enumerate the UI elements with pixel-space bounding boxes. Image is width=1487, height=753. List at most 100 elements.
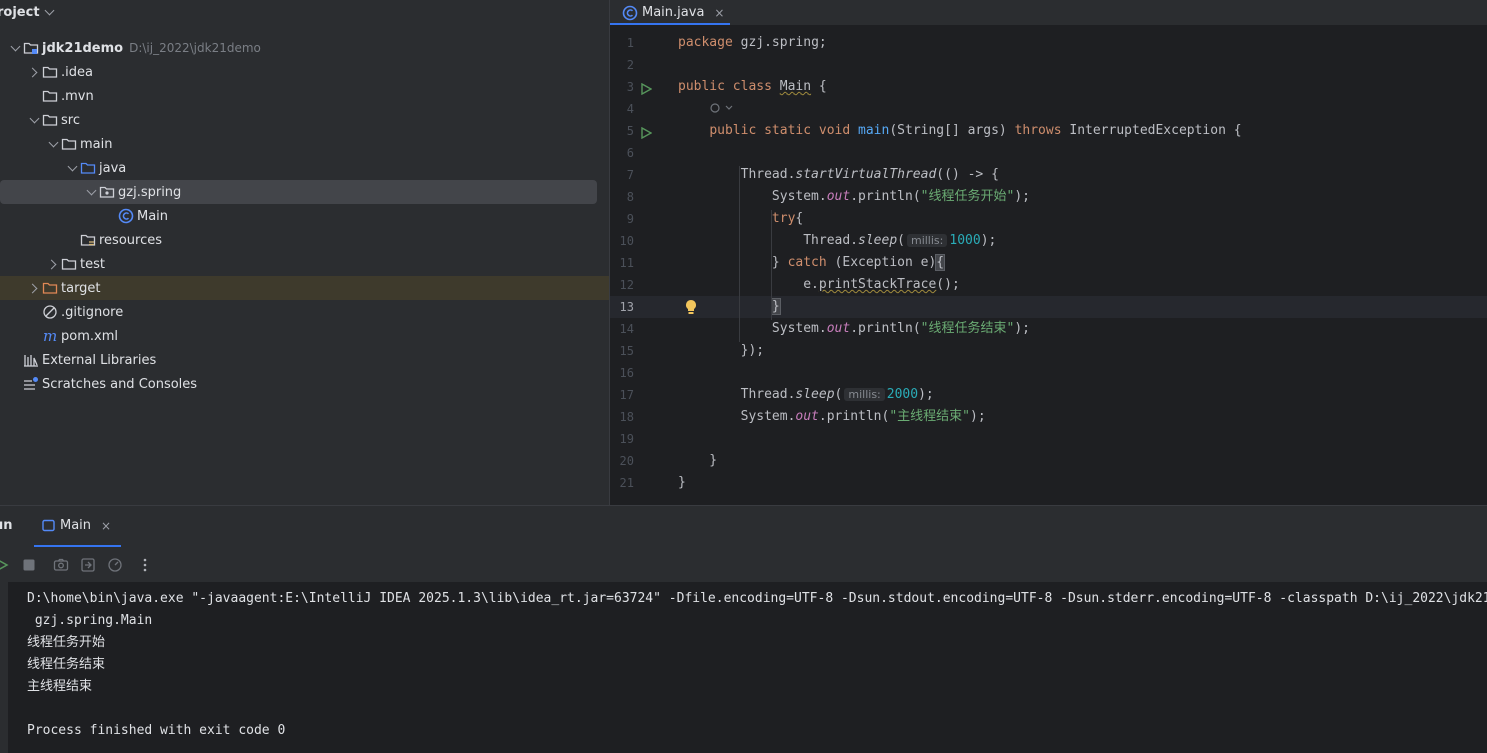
tree-item-jdk21demo[interactable]: jdk21demo D:\ij_2022\jdk21demo bbox=[0, 36, 261, 60]
ignored-file-icon bbox=[42, 304, 58, 320]
line-number: 15 bbox=[619, 344, 634, 358]
console-line: D:\home\bin\java.exe "-javaagent:E:\Inte… bbox=[27, 591, 1487, 606]
code-line[interactable]: 10 Thread.sleep(millis: 1000); bbox=[610, 230, 1487, 252]
code-line[interactable]: 19 bbox=[610, 428, 1487, 450]
line-number: 4 bbox=[626, 102, 634, 116]
tree-item-idea[interactable]: .idea bbox=[0, 60, 93, 84]
profiler-icon[interactable] bbox=[105, 555, 125, 575]
code-line[interactable]: 11 } catch (Exception e){ bbox=[610, 252, 1487, 274]
run-tab-label: Main bbox=[60, 518, 92, 533]
project-view-selector[interactable]: roject bbox=[0, 0, 54, 24]
tree-item-pom-xml[interactable]: m pom.xml bbox=[0, 324, 118, 348]
console-line: 线程任务结束 bbox=[27, 657, 106, 672]
code-line[interactable]: 16 bbox=[610, 362, 1487, 384]
tree-item-main[interactable]: Main bbox=[0, 204, 168, 228]
tree-item-label: jdk21demo bbox=[42, 40, 124, 56]
run-tab-bar: un Main × bbox=[0, 506, 1487, 548]
run-tab-main[interactable]: Main × bbox=[42, 518, 111, 533]
tree-item-label: test bbox=[80, 256, 105, 272]
code-line[interactable]: 1 package gzj.spring; bbox=[610, 32, 1487, 54]
line-number: 16 bbox=[619, 366, 634, 380]
code-line[interactable]: 2 bbox=[610, 54, 1487, 76]
chevron-right-icon[interactable] bbox=[45, 256, 61, 272]
console-output[interactable]: D:\home\bin\java.exe "-javaagent:E:\Inte… bbox=[0, 582, 1487, 753]
code-line[interactable]: 6 bbox=[610, 142, 1487, 164]
code-text: System.out.println("线程任务结束"); bbox=[678, 321, 1030, 336]
code-line[interactable]: 9 try{ bbox=[610, 208, 1487, 230]
code-text: Thread.sleep(millis: 1000); bbox=[678, 233, 997, 248]
more-options-icon[interactable] bbox=[135, 555, 155, 575]
tree-item-test[interactable]: test bbox=[0, 252, 105, 276]
code-line[interactable]: 14 System.out.println("线程任务结束"); bbox=[610, 318, 1487, 340]
chevron-right-icon[interactable] bbox=[26, 280, 42, 296]
code-line[interactable]: 12 e.printStackTrace(); bbox=[610, 274, 1487, 296]
code-line[interactable]: 18 System.out.println("主线程结束"); bbox=[610, 406, 1487, 428]
code-line[interactable]: 20 } bbox=[610, 450, 1487, 472]
line-number: 5 bbox=[626, 124, 634, 138]
code-line[interactable]: 15 }); bbox=[610, 340, 1487, 362]
tree-item-resources[interactable]: resources bbox=[0, 228, 162, 252]
tree-item-label: java bbox=[99, 160, 127, 176]
close-icon[interactable]: × bbox=[101, 519, 111, 533]
tree-item-main[interactable]: main bbox=[0, 132, 112, 156]
code-text: System.out.println("主线程结束"); bbox=[678, 409, 986, 424]
console-side-toolbar bbox=[0, 582, 8, 753]
chevron-down-icon bbox=[44, 5, 54, 15]
tree-item-label: resources bbox=[99, 232, 163, 248]
scratches-icon bbox=[23, 376, 39, 392]
active-tab-indicator bbox=[610, 23, 730, 25]
camera-icon[interactable] bbox=[51, 555, 71, 575]
code-line[interactable]: 7 Thread.startVirtualThread(() -> { bbox=[610, 164, 1487, 186]
code-line[interactable]: 4 bbox=[610, 98, 1487, 120]
run-panel-title: un bbox=[0, 518, 13, 533]
line-number: 21 bbox=[619, 476, 634, 490]
project-tool-window: roject jdk21demo D:\ij_2022\jdk21demo .ide… bbox=[0, 0, 609, 505]
code-text: e.printStackTrace(); bbox=[678, 277, 960, 292]
editor-tab-bar: Main.java × bbox=[610, 0, 1487, 25]
java-class-icon bbox=[622, 5, 638, 20]
tree-item-mvn[interactable]: .mvn bbox=[0, 84, 94, 108]
chevron-down-icon[interactable] bbox=[26, 112, 42, 128]
chevron-down-icon[interactable] bbox=[64, 160, 80, 176]
tab-main-java[interactable]: Main.java × bbox=[622, 0, 724, 25]
close-icon[interactable]: × bbox=[714, 6, 724, 20]
tree-item-gzj-spring[interactable]: gzj.spring bbox=[0, 180, 597, 204]
chevron-down-icon[interactable] bbox=[45, 136, 61, 152]
maven-icon: m bbox=[42, 328, 58, 344]
code-line[interactable]: 21} bbox=[610, 472, 1487, 494]
tree-item-label: gzj.spring bbox=[118, 184, 182, 200]
tree-item-java[interactable]: java bbox=[0, 156, 126, 180]
chevron-down-icon[interactable] bbox=[7, 40, 23, 56]
code-text: } catch (Exception e){ bbox=[678, 254, 946, 271]
rerun-icon[interactable] bbox=[0, 555, 12, 575]
code-line[interactable]: 5 public static void main(String[] args)… bbox=[610, 120, 1487, 142]
tree-item-target[interactable]: target bbox=[0, 276, 609, 300]
tree-item-label: Scratches and Consoles bbox=[42, 376, 198, 392]
stop-icon[interactable] bbox=[19, 555, 39, 575]
project-header-label: roject bbox=[0, 4, 40, 20]
tree-item-label: .gitignore bbox=[61, 304, 124, 320]
line-number: 19 bbox=[619, 432, 634, 446]
tree-item-label: External Libraries bbox=[42, 352, 157, 368]
tree-item-label: .mvn bbox=[61, 88, 94, 104]
chevron-down-icon[interactable] bbox=[83, 184, 99, 200]
tree-item-label: Main bbox=[137, 208, 169, 224]
code-vision-icon[interactable] bbox=[710, 102, 734, 118]
indent-guide bbox=[771, 210, 772, 320]
module-path: D:\ij_2022\jdk21demo bbox=[129, 41, 261, 55]
code-line[interactable]: 13 } bbox=[610, 296, 1487, 318]
line-number: 12 bbox=[619, 278, 634, 292]
code-line[interactable]: 17 Thread.sleep(millis: 2000); bbox=[610, 384, 1487, 406]
tree-item-scratches-and-consoles[interactable]: Scratches and Consoles bbox=[0, 372, 197, 396]
chevron-right-icon[interactable] bbox=[26, 64, 42, 80]
code-line[interactable]: 8 System.out.println("线程任务开始"); bbox=[610, 186, 1487, 208]
tree-item-src[interactable]: src bbox=[0, 108, 80, 132]
line-number: 14 bbox=[619, 322, 634, 336]
exit-icon[interactable] bbox=[78, 555, 98, 575]
tree-item-gitignore[interactable]: .gitignore bbox=[0, 300, 123, 324]
tree-item-external-libraries[interactable]: External Libraries bbox=[0, 348, 156, 372]
line-number: 9 bbox=[626, 212, 634, 226]
code-text: }); bbox=[678, 343, 765, 358]
code-line[interactable]: 3 public class Main { bbox=[610, 76, 1487, 98]
